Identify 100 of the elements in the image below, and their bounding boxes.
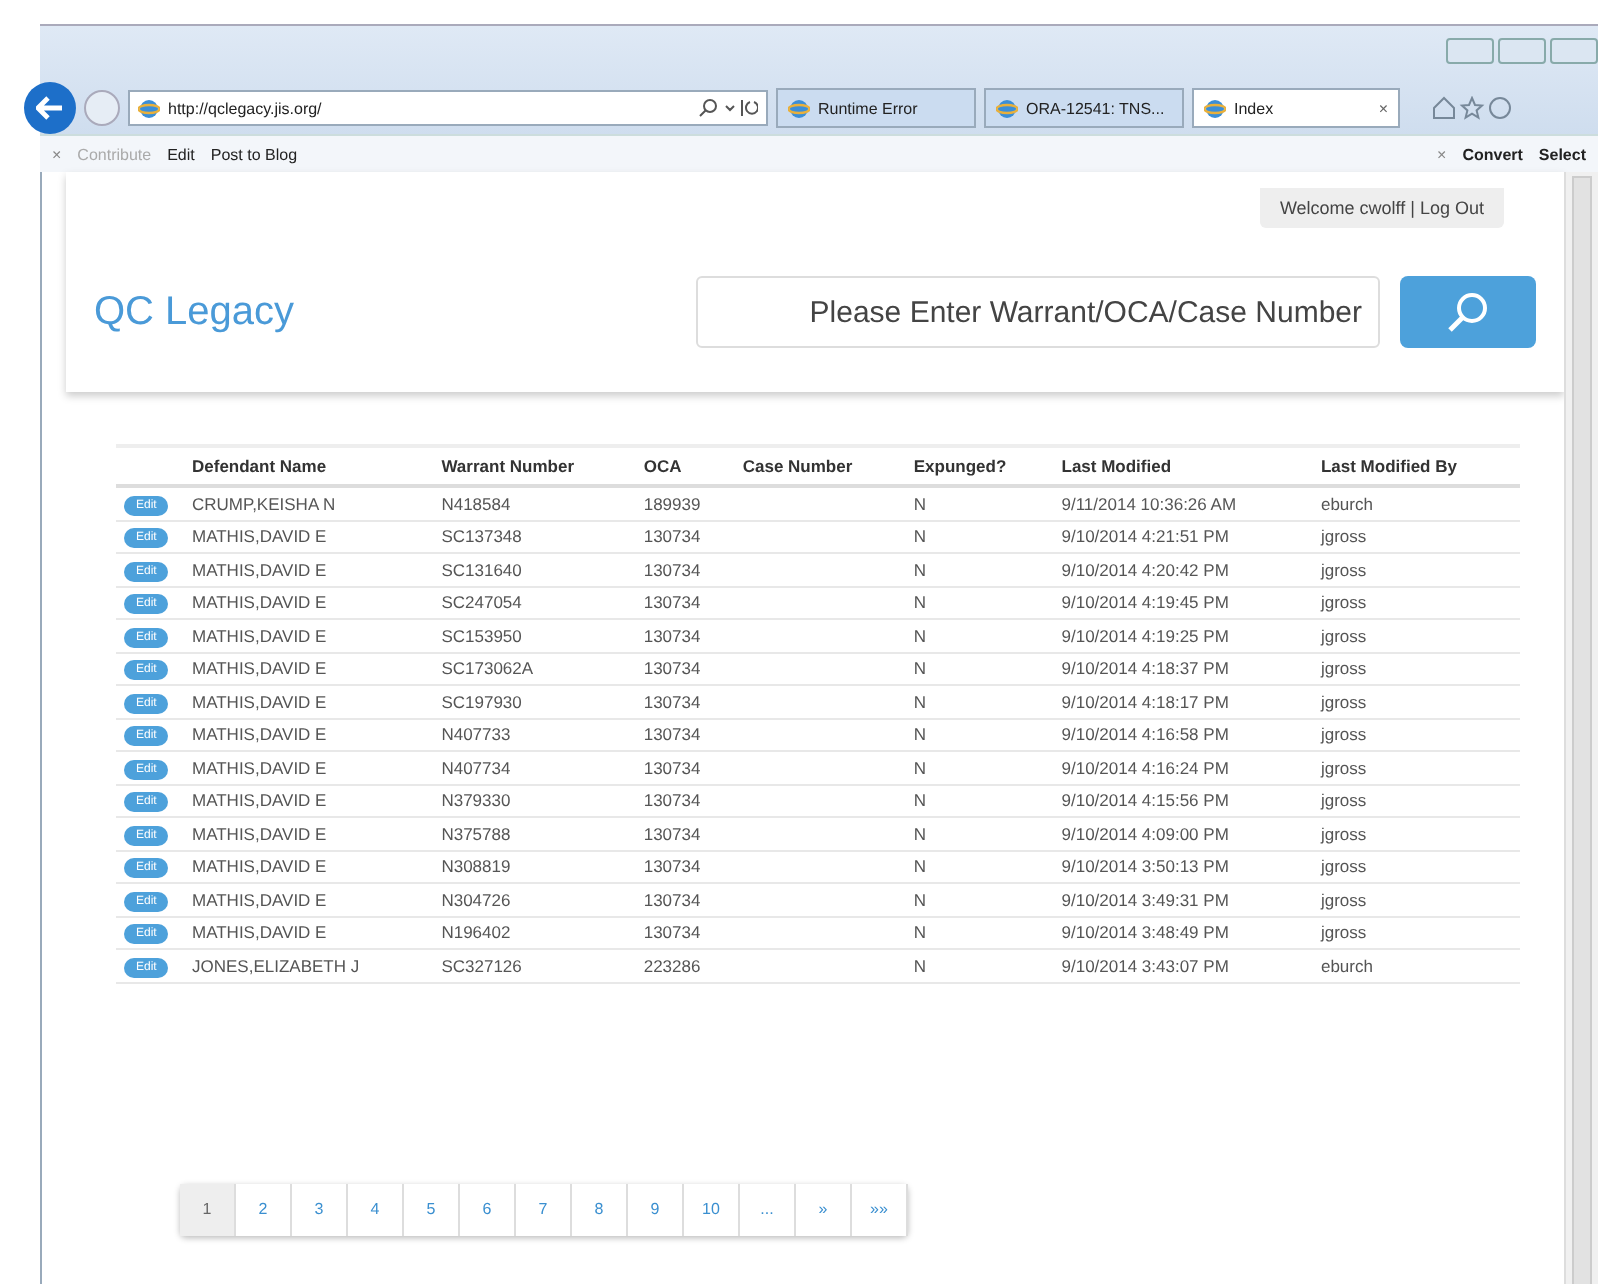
table-cell: MATHIS,DAVID E bbox=[184, 520, 434, 553]
table-cell: 9/10/2014 4:21:51 PM bbox=[1053, 520, 1313, 553]
table-cell: N379330 bbox=[433, 784, 636, 817]
table-cell: 9/10/2014 4:15:56 PM bbox=[1053, 784, 1313, 817]
page-link[interactable]: 1 bbox=[180, 1183, 236, 1235]
table-cell: SC137348 bbox=[433, 520, 636, 553]
column-header: Last Modified By bbox=[1312, 446, 1520, 486]
toolbar-command[interactable]: Convert bbox=[1462, 145, 1523, 163]
close-button[interactable] bbox=[1550, 38, 1598, 64]
table-cell: 9/10/2014 3:43:07 PM bbox=[1053, 949, 1313, 982]
globe-icon bbox=[788, 97, 810, 119]
table-cell: 9/11/2014 10:36:26 AM bbox=[1053, 486, 1313, 520]
table-cell: jgross bbox=[1312, 751, 1520, 784]
back-button[interactable] bbox=[24, 82, 76, 134]
table-cell: 130734 bbox=[635, 718, 735, 751]
table-cell: N bbox=[905, 883, 1054, 916]
table-cell: MATHIS,DAVID E bbox=[184, 685, 434, 718]
page-link[interactable]: 10 bbox=[684, 1183, 740, 1235]
table-cell: 9/10/2014 3:49:31 PM bbox=[1053, 883, 1313, 916]
search-button[interactable] bbox=[1400, 276, 1536, 348]
table-cell: jgross bbox=[1312, 553, 1520, 586]
table-cell: jgross bbox=[1312, 586, 1520, 619]
table-cell: MATHIS,DAVID E bbox=[184, 883, 434, 916]
column-header: OCA bbox=[635, 446, 735, 486]
table-cell: N308819 bbox=[433, 850, 636, 883]
table-cell: 9/10/2014 4:16:24 PM bbox=[1053, 751, 1313, 784]
table-cell: N bbox=[905, 850, 1054, 883]
browser-tab[interactable]: ORA-12541: TNS... bbox=[984, 88, 1184, 128]
address-bar[interactable]: http://qclegacy.jis.org/ bbox=[128, 90, 768, 126]
table-cell: 130734 bbox=[635, 751, 735, 784]
table-cell: N bbox=[905, 784, 1054, 817]
forward-button[interactable] bbox=[84, 90, 120, 126]
table-cell: 9/10/2014 4:18:37 PM bbox=[1053, 652, 1313, 685]
home-star-icon[interactable] bbox=[1432, 96, 1512, 120]
table-cell: eburch bbox=[1312, 486, 1520, 520]
table-cell: N304726 bbox=[433, 883, 636, 916]
page-link[interactable]: »» bbox=[852, 1183, 908, 1235]
toolbar-command[interactable]: Select bbox=[1538, 145, 1586, 163]
table-cell: 9/10/2014 4:18:17 PM bbox=[1053, 685, 1313, 718]
table-cell: N bbox=[905, 553, 1054, 586]
toolbar-command[interactable]: Post to Blog bbox=[210, 145, 298, 163]
page-link[interactable]: 8 bbox=[572, 1183, 628, 1235]
table-cell: N bbox=[905, 520, 1054, 553]
table-cell: 130734 bbox=[635, 685, 735, 718]
table-cell: N bbox=[905, 619, 1054, 652]
close-toolbar-button[interactable]: × bbox=[52, 145, 62, 163]
table-cell: N bbox=[905, 916, 1054, 949]
table-cell: MATHIS,DAVID E bbox=[184, 553, 434, 586]
column-header: Last Modified bbox=[1053, 446, 1313, 486]
page-link[interactable]: 4 bbox=[348, 1183, 404, 1235]
table-cell: 9/10/2014 4:16:58 PM bbox=[1053, 718, 1313, 751]
minimize-button[interactable] bbox=[1446, 38, 1494, 64]
table-cell: 9/10/2014 4:20:42 PM bbox=[1053, 553, 1313, 586]
page-link[interactable]: ... bbox=[740, 1183, 796, 1235]
table-cell: N bbox=[905, 652, 1054, 685]
table-cell: N bbox=[905, 949, 1054, 982]
page-link[interactable]: 7 bbox=[516, 1183, 572, 1235]
welcome-text: Welcome cwolff | Log Out bbox=[1259, 188, 1504, 228]
page-link[interactable]: 6 bbox=[460, 1183, 516, 1235]
page-link[interactable]: 2 bbox=[236, 1183, 292, 1235]
table-cell: jgross bbox=[1312, 817, 1520, 850]
page-link[interactable]: 9 bbox=[628, 1183, 684, 1235]
page-link[interactable]: 5 bbox=[404, 1183, 460, 1235]
table-cell: MATHIS,DAVID E bbox=[184, 751, 434, 784]
table-cell: 130734 bbox=[635, 520, 735, 553]
table-cell: MATHIS,DAVID E bbox=[184, 619, 434, 652]
app-logo: QC Legacy bbox=[94, 289, 297, 335]
column-header: Case Number bbox=[734, 446, 906, 486]
table-cell: N bbox=[905, 751, 1054, 784]
close-tab-button[interactable]: × bbox=[1378, 99, 1388, 117]
table-cell: jgross bbox=[1312, 850, 1520, 883]
globe-icon bbox=[138, 97, 160, 119]
table-cell: N bbox=[905, 817, 1054, 850]
table-cell: jgross bbox=[1312, 718, 1520, 751]
search-field[interactable]: Please Enter Warrant/OCA/Case Number bbox=[696, 276, 1380, 348]
table-cell: N bbox=[905, 718, 1054, 751]
table-cell: 130734 bbox=[635, 586, 735, 619]
column-header: Defendant Name bbox=[184, 446, 434, 486]
table-cell: 130734 bbox=[635, 916, 735, 949]
table-cell: MATHIS,DAVID E bbox=[184, 652, 434, 685]
close-toolbar-button[interactable]: × bbox=[1437, 145, 1447, 163]
table-cell: 9/10/2014 4:19:45 PM bbox=[1053, 586, 1313, 619]
scrollbar[interactable] bbox=[1564, 172, 1598, 1284]
table-cell: jgross bbox=[1312, 619, 1520, 652]
table-cell: eburch bbox=[1312, 949, 1520, 982]
toolbar-command[interactable]: Edit bbox=[167, 145, 195, 163]
table-cell: N196402 bbox=[433, 916, 636, 949]
table-cell: 189939 bbox=[635, 486, 735, 520]
table-cell: jgross bbox=[1312, 520, 1520, 553]
table-cell: N418584 bbox=[433, 486, 636, 520]
table-cell: 130734 bbox=[635, 553, 735, 586]
maximize-button[interactable] bbox=[1498, 38, 1546, 64]
page-link[interactable]: » bbox=[796, 1183, 852, 1235]
table-cell: N407733 bbox=[433, 718, 636, 751]
search-icon[interactable] bbox=[698, 98, 758, 118]
browser-tab[interactable]: Index × bbox=[1192, 88, 1400, 128]
table-cell: N bbox=[905, 685, 1054, 718]
table-cell: 130734 bbox=[635, 784, 735, 817]
page-link[interactable]: 3 bbox=[292, 1183, 348, 1235]
browser-tab[interactable]: Runtime Error bbox=[776, 88, 976, 128]
